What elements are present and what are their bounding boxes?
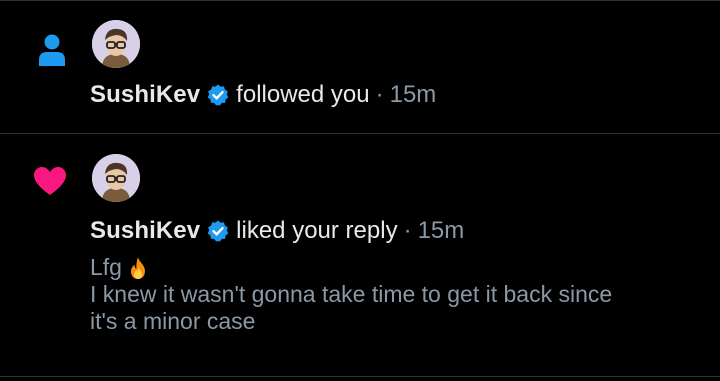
notification-like[interactable]: SushiKev liked your reply · 15m Lfg I kn… (0, 134, 720, 370)
action-text: liked your reply (236, 217, 398, 244)
reply-preview[interactable]: Lfg I knew it wasn't gonna take time to … (90, 254, 690, 335)
timestamp: 15m (389, 81, 437, 108)
fire-emoji-icon (128, 256, 148, 280)
notification-follow[interactable]: SushiKev followed you · 15m (0, 0, 720, 133)
reply-line-1: Lfg (90, 254, 690, 281)
reply-text: Lfg (90, 254, 122, 280)
avatar[interactable] (92, 20, 140, 68)
verified-badge-icon (206, 83, 230, 107)
notification-text: SushiKev liked your reply · 15m (90, 216, 464, 246)
reply-line-2: I knew it wasn't gonna take time to get … (90, 281, 613, 307)
separator: · (403, 217, 412, 244)
heart-icon (33, 166, 67, 201)
reply-line-3: it's a minor case (90, 308, 256, 334)
verified-badge-icon (206, 219, 230, 243)
bottom-divider (0, 376, 720, 377)
username[interactable]: SushiKev (90, 80, 200, 110)
notification-text: SushiKev followed you · 15m (90, 80, 436, 110)
avatar[interactable] (92, 154, 140, 202)
person-icon (36, 33, 68, 72)
timestamp: 15m (417, 217, 465, 244)
separator: · (375, 81, 384, 108)
action-text: followed you (236, 81, 370, 108)
username[interactable]: SushiKev (90, 216, 200, 246)
